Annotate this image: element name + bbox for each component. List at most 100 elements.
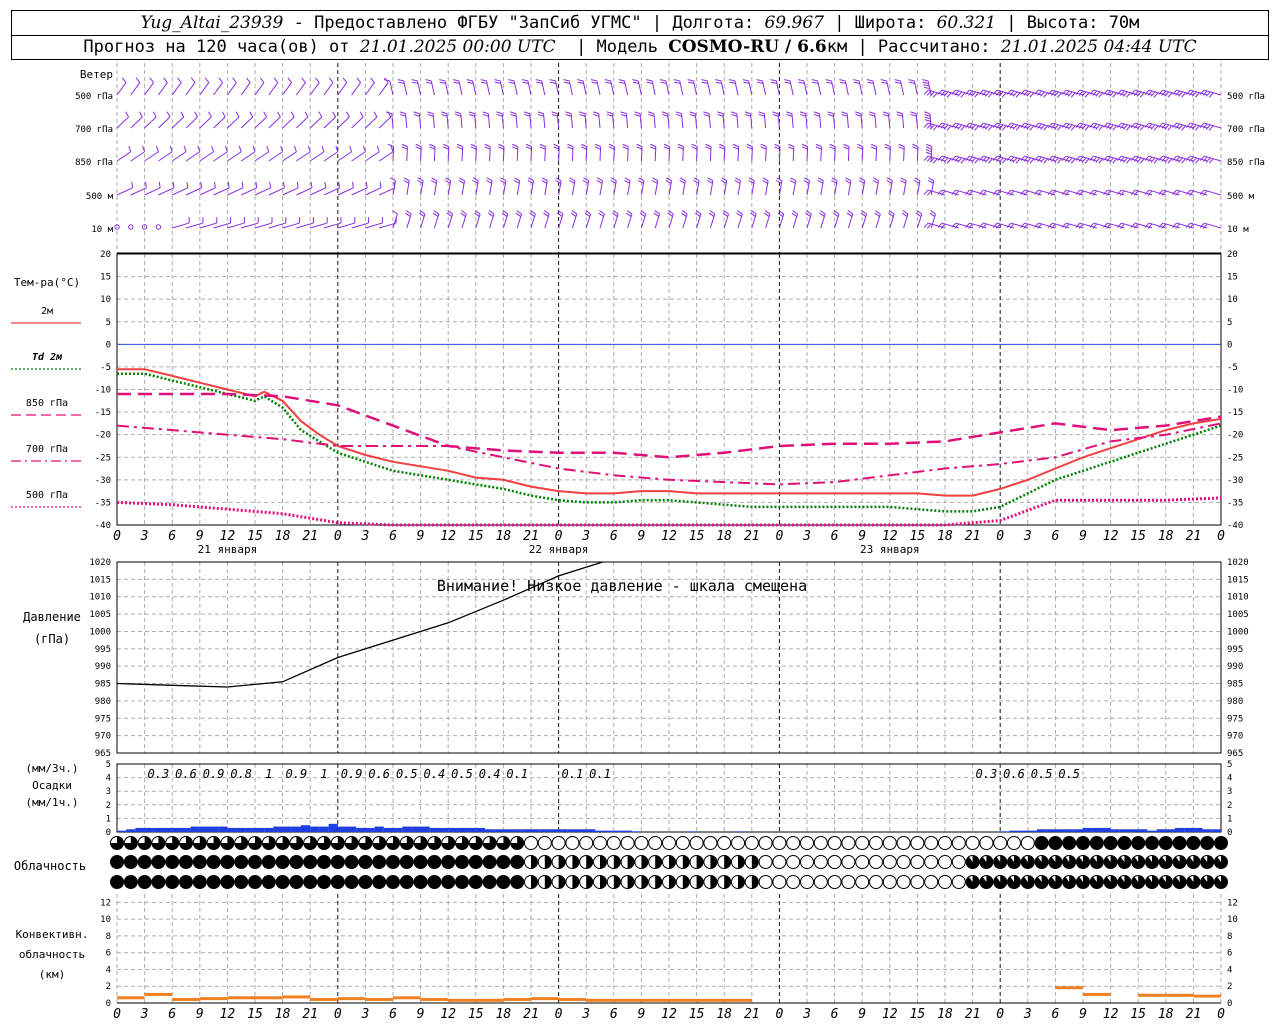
cloud-fill xyxy=(627,855,635,869)
cloud-circle xyxy=(593,836,607,850)
wind-barb xyxy=(651,177,659,196)
wind-barb-feather xyxy=(411,79,418,82)
wind-barb-feather xyxy=(985,157,990,163)
precip-bar xyxy=(365,827,375,832)
cloud-circle xyxy=(1020,836,1035,850)
cloud-circle xyxy=(910,875,925,889)
cloud-circle xyxy=(841,855,856,869)
wind-barb xyxy=(452,79,463,96)
cloud-cover-symbol xyxy=(689,836,704,850)
wind-barb-feather xyxy=(370,77,375,83)
cloud-circle xyxy=(192,875,207,889)
wind-barb-feather xyxy=(594,146,601,150)
wind-barb xyxy=(268,145,284,162)
cloud-circle xyxy=(869,836,883,850)
precip-bar xyxy=(687,831,697,832)
precip-bar xyxy=(448,827,458,832)
wind-barb-feather xyxy=(121,77,127,83)
wind-barb-feather xyxy=(403,177,410,182)
conv-cloud-bar xyxy=(475,998,504,1002)
cloud-fill xyxy=(751,855,759,869)
wind-barb-feather xyxy=(650,146,656,150)
wind-barb-feather xyxy=(689,113,696,117)
wind-barb-feather xyxy=(1084,125,1090,131)
wind-barb-shaft xyxy=(157,82,168,96)
wind-barb-feather xyxy=(925,148,932,153)
cloud-fill xyxy=(724,855,731,869)
cloud-cover-symbol xyxy=(565,836,580,850)
wind-barb-shaft xyxy=(268,222,286,229)
temp-xtick-label: 12 xyxy=(1103,529,1119,544)
wind-barb-feather xyxy=(922,81,929,84)
wind-barb xyxy=(636,143,643,162)
wind-barb-feather xyxy=(149,77,154,83)
precip-3h-value: 1 xyxy=(265,767,272,781)
wind-barb-feather xyxy=(720,179,727,184)
wind-barb-feather xyxy=(596,179,603,184)
wind-barb xyxy=(268,77,279,96)
cloud-cover-symbol xyxy=(938,875,952,889)
conv-ytick-left: 4 xyxy=(106,965,111,975)
cloud-cover-symbol xyxy=(537,855,552,869)
temp-xtick-label: 0 xyxy=(113,529,121,544)
wind-barb xyxy=(673,79,684,96)
temp-xtick-label: 21 xyxy=(1186,529,1202,544)
wind-barb-feather xyxy=(359,111,364,118)
day-label: 23 января xyxy=(860,543,920,556)
precip-3h-value: 0.1 xyxy=(506,767,528,781)
wind-barb-feather xyxy=(925,151,932,155)
wind-barb-feather xyxy=(875,210,881,215)
cloud-fill xyxy=(613,855,621,869)
wind-barb xyxy=(365,217,383,229)
wind-barb xyxy=(158,145,173,162)
wind-barb xyxy=(454,111,463,129)
wind-barb xyxy=(543,210,550,229)
wind-barb-feather xyxy=(1012,91,1018,97)
precip-ytick-left: 2 xyxy=(106,801,111,811)
conv-cloud-bar xyxy=(724,998,752,1002)
wind-barb-feather xyxy=(1095,124,1101,130)
temp-xtick-label: 6 xyxy=(389,529,397,544)
conv-xtick-label: 21 xyxy=(302,1007,318,1022)
wind-barb-feather xyxy=(539,146,546,150)
cloud-circle xyxy=(689,836,704,850)
wind-barb-feather xyxy=(553,143,560,148)
wind-barb-feather xyxy=(427,111,434,115)
cloud-cover-symbol xyxy=(358,855,373,869)
cloud-cover-symbol xyxy=(717,836,732,850)
conv-xtick-label: 12 xyxy=(661,1007,677,1022)
precip-bar xyxy=(1000,831,1010,832)
cloud-fill xyxy=(655,875,662,889)
cloud-cover-symbol xyxy=(1158,836,1173,850)
wind-barb-shaft xyxy=(199,222,217,229)
pressure-ytick-right: 980 xyxy=(1227,697,1243,707)
wind-barb-shaft xyxy=(116,187,133,196)
cloud-cover-symbol xyxy=(165,836,180,850)
wind-barb-feather xyxy=(677,146,684,150)
cloud-cover-symbol xyxy=(634,875,649,889)
precip-3h-value: 0.5 xyxy=(1058,767,1080,781)
wind-barb-feather xyxy=(867,81,874,84)
wind-barb-shaft xyxy=(213,116,226,129)
wind-barb xyxy=(894,79,905,96)
cloud-cover-symbol xyxy=(427,836,442,850)
wind-barb-shaft xyxy=(240,151,256,162)
wind-barb-feather xyxy=(1084,158,1090,164)
cloud-fill xyxy=(641,875,648,889)
wind-barb-feather xyxy=(397,79,404,82)
cloud-circle xyxy=(1186,836,1201,850)
cloud-circle xyxy=(758,875,773,889)
cloud-cover-symbol xyxy=(744,855,759,869)
wind-barb-feather xyxy=(870,146,877,150)
cloud-cover-symbol xyxy=(358,875,373,889)
cloud-cover-symbol xyxy=(965,875,980,889)
wind-barb-feather xyxy=(235,111,240,118)
cloud-cover-symbol xyxy=(427,855,442,869)
cloud-circle xyxy=(358,855,373,869)
wind-barb-feather xyxy=(466,79,473,82)
wind-barb xyxy=(413,111,422,129)
cloud-circle xyxy=(510,875,525,889)
wind-barb xyxy=(898,143,905,162)
wind-barb-feather xyxy=(488,210,495,215)
wind-barb xyxy=(515,210,523,229)
